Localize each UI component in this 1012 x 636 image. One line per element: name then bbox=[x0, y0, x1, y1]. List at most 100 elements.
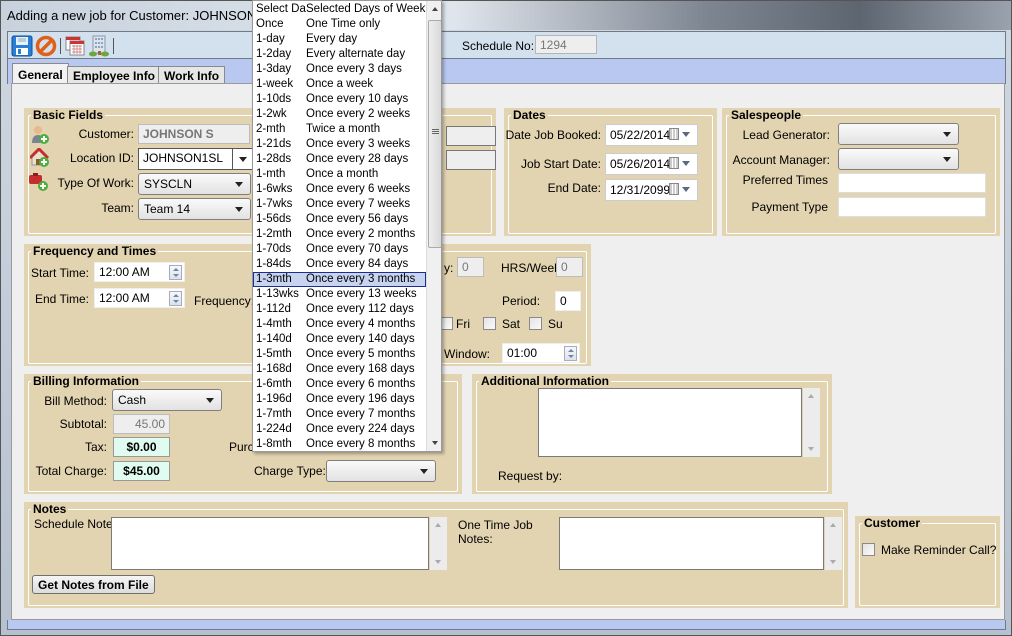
dropdown-option[interactable]: 1-10ds Once every 10 days bbox=[253, 92, 426, 107]
dropdown-option[interactable]: 1-168d Once every 168 days bbox=[253, 362, 426, 377]
save-icon[interactable] bbox=[11, 35, 33, 57]
dropdown-option[interactable]: 1-2mth Once every 2 months bbox=[253, 227, 426, 242]
option-description: Once every 2 months bbox=[306, 228, 416, 240]
dropdown-option[interactable]: 1-4mth Once every 4 months bbox=[253, 317, 426, 332]
calendar-icon[interactable] bbox=[64, 35, 86, 57]
lead-generator-combo[interactable] bbox=[838, 123, 959, 145]
dropdown-option[interactable]: 1-2wk Once every 2 weeks bbox=[253, 107, 426, 122]
start-time-spinner[interactable]: 12:00 AM bbox=[94, 262, 185, 282]
calendar-icon[interactable] bbox=[669, 157, 691, 170]
start-time-value: 12:00 AM bbox=[99, 265, 150, 279]
frequency-title: Frequency and Times bbox=[31, 244, 159, 258]
spinner-arrows-icon[interactable] bbox=[169, 291, 182, 306]
scroll-up-icon[interactable] bbox=[432, 7, 438, 11]
schedule-notes-scrollbar[interactable] bbox=[430, 517, 447, 570]
bill-method-combo[interactable]: Cash bbox=[112, 389, 222, 411]
dropdown-option[interactable]: 1-84ds Once every 84 days bbox=[253, 257, 426, 272]
scrollbar-thumb[interactable] bbox=[428, 20, 441, 248]
location-dropdown-button[interactable] bbox=[232, 149, 252, 169]
end-time-spinner[interactable]: 12:00 AM bbox=[94, 288, 185, 308]
sun-checkbox[interactable] bbox=[529, 317, 542, 330]
dropdown-option[interactable]: 1-70ds Once every 70 days bbox=[253, 242, 426, 257]
calendar-icon[interactable] bbox=[669, 183, 691, 196]
building-icon[interactable] bbox=[88, 35, 110, 57]
team-combo[interactable]: Team 14 bbox=[138, 198, 251, 220]
dropdown-option[interactable]: 1-7wks Once every 7 weeks bbox=[253, 197, 426, 212]
scroll-up-icon[interactable] bbox=[830, 523, 836, 527]
location-id-combo[interactable]: JOHNSON1SL bbox=[138, 148, 253, 170]
chevron-down-icon bbox=[943, 132, 951, 137]
one-time-notes-scrollbar[interactable] bbox=[825, 517, 842, 570]
sun-label: Su bbox=[548, 317, 563, 331]
type-of-work-combo[interactable]: SYSCLN bbox=[138, 173, 251, 195]
dates-title: Dates bbox=[511, 108, 548, 122]
additional-info-textarea[interactable] bbox=[538, 388, 802, 457]
dropdown-option[interactable]: 1-week Once a week bbox=[253, 77, 426, 92]
spinner-arrows-icon[interactable] bbox=[564, 346, 577, 361]
reminder-call-checkbox[interactable] bbox=[862, 543, 875, 556]
scroll-up-icon[interactable] bbox=[808, 394, 814, 398]
frequency-dropdown-list[interactable]: Select Da Selected Days of Week Once One Ti… bbox=[252, 0, 442, 452]
option-code: 1-70ds bbox=[256, 243, 292, 255]
dropdown-option[interactable]: 1-6wks Once every 6 weeks bbox=[253, 182, 426, 197]
dropdown-option[interactable]: 1-56ds Once every 56 days bbox=[253, 212, 426, 227]
dropdown-option[interactable]: 1-224d Once every 224 days bbox=[253, 422, 426, 437]
general-tab-panel: Basic Fields Customer: JOHNSON S Locatio… bbox=[11, 83, 1005, 620]
dropdown-option[interactable]: 1-196d Once every 196 days bbox=[253, 392, 426, 407]
dropdown-option[interactable]: 2-mth Twice a month bbox=[253, 122, 426, 137]
date-booked-picker[interactable]: 05/22/2014 bbox=[605, 124, 698, 146]
schedule-notes-textarea[interactable] bbox=[111, 517, 429, 570]
basic-field-hidden-1[interactable] bbox=[446, 126, 496, 146]
dropdown-option[interactable]: 1-3mth Once every 3 months bbox=[253, 272, 426, 287]
dropdown-option[interactable]: 1-5mth Once every 5 months bbox=[253, 347, 426, 362]
tab-employee-info[interactable]: Employee Info bbox=[67, 66, 162, 84]
preferred-times-input[interactable] bbox=[838, 173, 986, 193]
dropdown-option[interactable]: Once One Time only bbox=[253, 17, 426, 32]
dropdown-option[interactable]: 1-7mth Once every 7 months bbox=[253, 407, 426, 422]
scroll-up-icon[interactable] bbox=[435, 523, 441, 527]
cancel-icon[interactable] bbox=[35, 35, 57, 57]
sat-checkbox[interactable] bbox=[483, 317, 496, 330]
job-start-picker[interactable]: 05/26/2014 bbox=[605, 153, 698, 175]
dropdown-option[interactable]: 1-21ds Once every 3 weeks bbox=[253, 137, 426, 152]
dropdown-option[interactable]: 1-8mth Once every 8 months bbox=[253, 437, 426, 451]
dropdown-option[interactable]: 1-day Every day bbox=[253, 32, 426, 47]
dropdown-header-row[interactable]: Select Da Selected Days of Week bbox=[253, 2, 426, 17]
option-description: Once every 84 days bbox=[306, 258, 409, 270]
customer-add-icon[interactable] bbox=[30, 125, 50, 145]
additional-info-scrollbar[interactable] bbox=[803, 388, 820, 457]
one-time-job-label: One Time Job bbox=[458, 518, 533, 532]
dropdown-option[interactable]: 1-13wks Once every 13 weeks bbox=[253, 287, 426, 302]
option-description: Once every 196 days bbox=[306, 393, 415, 405]
work-type-add-icon[interactable] bbox=[28, 172, 50, 192]
tab-work-info[interactable]: Work Info bbox=[158, 66, 226, 84]
dropdown-option[interactable]: 1-28ds Once every 28 days bbox=[253, 152, 426, 167]
dropdown-option[interactable]: 1-140d Once every 140 days bbox=[253, 332, 426, 347]
end-date-picker[interactable]: 12/31/2099 bbox=[605, 179, 698, 201]
scroll-down-icon[interactable] bbox=[435, 560, 441, 564]
get-notes-from-file-button[interactable]: Get Notes from File bbox=[32, 575, 155, 594]
window-spinner[interactable]: 01:00 bbox=[502, 343, 580, 363]
period-input[interactable]: 0 bbox=[555, 291, 581, 311]
scroll-down-icon[interactable] bbox=[432, 441, 438, 445]
dropdown-option[interactable]: 1-6mth Once every 6 months bbox=[253, 377, 426, 392]
basic-field-hidden-2[interactable] bbox=[446, 150, 496, 170]
payment-type-input[interactable] bbox=[838, 197, 986, 217]
chevron-down-icon bbox=[235, 207, 243, 212]
dropdown-option[interactable]: 1-112d Once every 112 days bbox=[253, 302, 426, 317]
dropdown-option[interactable]: 1-3day Once every 3 days bbox=[253, 62, 426, 77]
charge-type-combo[interactable] bbox=[326, 460, 436, 482]
option-description: Once every 224 days bbox=[306, 423, 415, 435]
one-time-notes-textarea[interactable] bbox=[559, 517, 824, 570]
dropdown-option[interactable]: 1-2day Every alternate day bbox=[253, 47, 426, 62]
account-manager-combo[interactable] bbox=[838, 148, 959, 170]
dropdown-option[interactable]: 1-mth Once a month bbox=[253, 167, 426, 182]
spinner-arrows-icon[interactable] bbox=[169, 265, 182, 280]
scroll-down-icon[interactable] bbox=[808, 447, 814, 451]
scroll-down-icon[interactable] bbox=[830, 560, 836, 564]
dropdown-scrollbar[interactable] bbox=[426, 1, 441, 451]
location-add-icon[interactable] bbox=[28, 146, 50, 168]
calendar-icon[interactable] bbox=[669, 128, 691, 141]
end-date-label: End Date: bbox=[547, 181, 601, 195]
tab-general[interactable]: General bbox=[12, 63, 69, 85]
